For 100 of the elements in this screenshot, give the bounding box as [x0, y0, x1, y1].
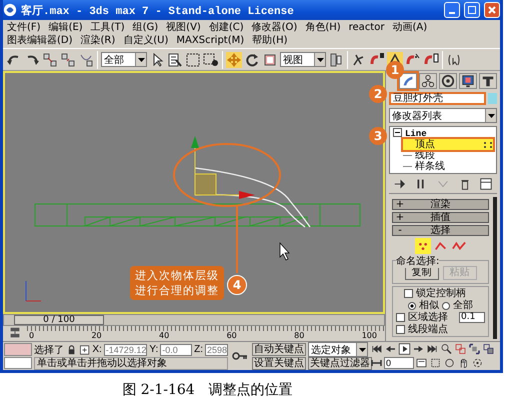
object-color-swatch[interactable]	[488, 93, 497, 104]
checkbox[interactable]	[404, 289, 413, 298]
select-by-name-icon[interactable]	[167, 52, 183, 68]
modify-icon	[401, 74, 415, 88]
checkbox[interactable]	[396, 325, 405, 334]
maximize-button[interactable]	[464, 2, 480, 18]
menu-item[interactable]: 编辑(E)	[48, 21, 83, 34]
time-slider[interactable]: 0 / 100	[3, 314, 385, 326]
frame-tick-label: 20	[91, 331, 102, 340]
frame-tick-label: 100	[362, 331, 377, 340]
frame-tick-label: 80	[294, 331, 304, 340]
modifier-list-dropdown[interactable]: 修改器列表	[389, 108, 497, 123]
pivot-icon[interactable]	[328, 52, 344, 68]
track-bar[interactable]: 0 20 40 60 80 100	[27, 326, 385, 340]
panel-tab[interactable]	[459, 73, 477, 89]
menu-item[interactable]: 文件(F)	[7, 21, 41, 34]
minimize-button[interactable]	[444, 2, 460, 18]
radio-button[interactable]	[442, 302, 450, 310]
selection-status: 选择了	[34, 344, 64, 356]
menu-item[interactable]: 创建(C)	[208, 21, 244, 34]
unlink-icon[interactable]	[60, 52, 76, 68]
menu-item[interactable]: 视图(V)	[166, 21, 201, 34]
dropdown-arrow-icon	[488, 114, 494, 118]
hierarchy-icon	[421, 74, 435, 88]
go-to-end-icon[interactable]	[426, 343, 439, 356]
checkbox[interactable]	[396, 313, 405, 322]
coordinate-label: Y:	[149, 344, 158, 355]
pin-stack-icon[interactable]	[392, 177, 407, 191]
z-coordinate-field[interactable]: 2598	[204, 344, 228, 356]
rollout-header[interactable]: + 插值	[392, 212, 489, 223]
close-button[interactable]	[484, 2, 500, 18]
zoom-extents-all-icon[interactable]	[482, 343, 495, 356]
utilities-icon	[481, 74, 495, 88]
reference-coordinate-dropdown[interactable]: 视图	[280, 52, 326, 67]
absolute-mode-icon[interactable]	[79, 344, 90, 356]
go-to-start-icon[interactable]	[370, 343, 383, 356]
menu-item[interactable]: 动画(A)	[392, 21, 428, 34]
rollout-header[interactable]: + 渲染	[392, 199, 489, 210]
frame-tick-label: 0	[29, 331, 34, 340]
menu-item[interactable]: reactor	[348, 21, 384, 34]
expand-toggle[interactable]	[393, 128, 402, 137]
menu-item[interactable]: 图表编辑器(D)	[7, 34, 73, 47]
rollout-header[interactable]: - 选择	[392, 225, 489, 236]
menu-item[interactable]: 帮助(H)	[252, 34, 288, 47]
configure-sets-icon[interactable]	[479, 177, 494, 191]
x-coordinate-field[interactable]: -14729.12	[104, 344, 148, 356]
link-icon[interactable]	[42, 52, 58, 68]
menu-item[interactable]: MAXScript(M)	[176, 34, 244, 47]
set-key-button[interactable]: 设置关键点	[252, 357, 306, 370]
checkbox-label: 线段端点	[408, 324, 448, 335]
vertex-icon	[483, 140, 493, 148]
play-icon[interactable]	[398, 343, 411, 356]
radio-button[interactable]	[408, 302, 416, 310]
menu-item[interactable]: 修改器(O)	[252, 21, 298, 34]
menu-item[interactable]: 角色(H)	[305, 21, 341, 34]
stack-item[interactable]: Line	[393, 128, 493, 139]
zoom-icon[interactable]	[440, 343, 453, 356]
object-name-field[interactable]: 豆胆灯外壳	[389, 92, 486, 105]
rotate-icon[interactable]	[244, 52, 260, 68]
key-mode-dropdown[interactable]: 选定对象	[308, 342, 368, 357]
menu-item[interactable]: 组(G)	[132, 21, 158, 34]
figure-caption: 调整点的位置	[208, 381, 293, 399]
callout-text: 进入次物体层级 进行合理的调整	[130, 266, 224, 300]
coordinate-label: X:	[92, 344, 102, 355]
region-select-icon[interactable]	[185, 52, 201, 68]
y-coordinate-field[interactable]: -0.0	[160, 344, 192, 356]
key-filters-button[interactable]: 关键点过滤器	[308, 357, 372, 370]
frame-tick-label: 40	[159, 331, 170, 340]
figure-number: 图 2-1-164	[122, 381, 195, 399]
dropdown-arrow-icon	[316, 58, 324, 62]
stack-item[interactable]: 顶点	[403, 139, 493, 150]
zoom-extents-icon[interactable]	[468, 343, 481, 356]
maximize-icon	[468, 6, 476, 14]
panel-tab[interactable]	[419, 73, 437, 89]
scale-icon[interactable]	[262, 52, 278, 68]
orbit-icon[interactable]	[471, 356, 484, 369]
menu-item[interactable]: 自定义(U)	[123, 34, 168, 47]
window-crossing-icon[interactable]	[203, 52, 219, 68]
menu-item[interactable]: 工具(T)	[90, 21, 125, 34]
selection-filter-dropdown[interactable]: 全部	[101, 52, 147, 67]
panel-tab[interactable]	[479, 73, 497, 89]
panel-tab[interactable]	[399, 73, 417, 89]
radio-label: 全部	[453, 300, 473, 311]
threshold-spinner[interactable]: 0.1	[459, 312, 485, 323]
region-zoom-icon[interactable]	[429, 356, 442, 369]
leader-line	[236, 206, 238, 273]
time-slider-thumb[interactable]: 0 / 100	[14, 315, 104, 325]
panel-tab[interactable]	[439, 73, 457, 89]
current-frame-field[interactable]: 0	[384, 356, 414, 369]
step-marker: 4	[227, 275, 247, 295]
field-of-view-icon[interactable]	[443, 356, 456, 369]
auto-key-button[interactable]: 自动关键点	[252, 343, 306, 356]
lock-icon[interactable]	[66, 344, 78, 356]
close-icon	[488, 6, 496, 14]
frame-tick-label: 60	[226, 331, 237, 340]
menu-item[interactable]: 渲染(R)	[80, 34, 116, 47]
sub-object-level-button[interactable]	[414, 238, 430, 254]
motion-icon	[441, 74, 455, 88]
axis-tripod-icon	[26, 280, 42, 302]
track-bar-icon[interactable]	[8, 326, 22, 340]
